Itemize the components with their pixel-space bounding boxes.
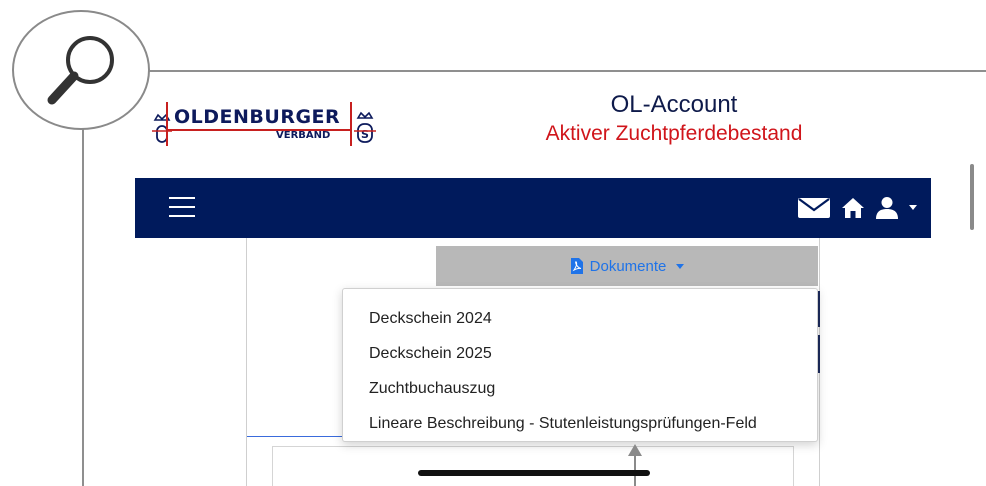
documents-dropdown-button[interactable]: Dokumente — [436, 246, 818, 286]
top-navbar — [135, 178, 931, 238]
search-icon — [47, 36, 114, 105]
logo-subtext: VERBAND — [276, 130, 331, 141]
crest-icon: S — [354, 111, 376, 143]
pointer-arrow-head — [628, 444, 642, 456]
dropdown-item-deckschein-2025[interactable]: Deckschein 2025 — [343, 336, 817, 371]
envelope-icon[interactable] — [797, 196, 831, 220]
hamburger-menu-icon[interactable] — [169, 197, 195, 217]
page-title: OL-Account — [610, 91, 738, 118]
browser-viewport: OLDENBURGER VERBAND S OL-Account Aktiver… — [82, 70, 986, 486]
page-subtitle: Aktiver Zuchtpferdebestand — [545, 122, 803, 145]
magnifier-icon — [12, 10, 150, 130]
home-icon[interactable] — [841, 197, 865, 219]
scrollbar-thumb[interactable] — [970, 164, 974, 230]
content-panel — [272, 446, 794, 486]
pdf-file-icon — [570, 258, 583, 274]
chevron-down-icon — [676, 263, 685, 269]
user-icon[interactable] — [875, 196, 899, 220]
logo-text: OLDENBURGER — [174, 106, 341, 128]
dropdown-item-zuchtbuchauszug[interactable]: Zuchtbuchauszug — [343, 371, 817, 406]
page-header: OL-Account Aktiver Zuchtpferdebestand — [474, 90, 874, 148]
dropdown-item-lineare-beschreibung[interactable]: Lineare Beschreibung - Stutenleistungspr… — [343, 406, 817, 441]
caret-down-icon[interactable] — [909, 205, 917, 211]
svg-text:S: S — [361, 128, 369, 141]
home-indicator-bar[interactable] — [418, 470, 650, 476]
dropdown-item-deckschein-2024[interactable]: Deckschein 2024 — [343, 301, 817, 336]
oldenburger-logo[interactable]: OLDENBURGER VERBAND S — [152, 96, 382, 154]
documents-dropdown-menu: Deckschein 2024 Deckschein 2025 Zuchtbuc… — [342, 288, 818, 442]
documents-button-label: Dokumente — [589, 257, 667, 275]
